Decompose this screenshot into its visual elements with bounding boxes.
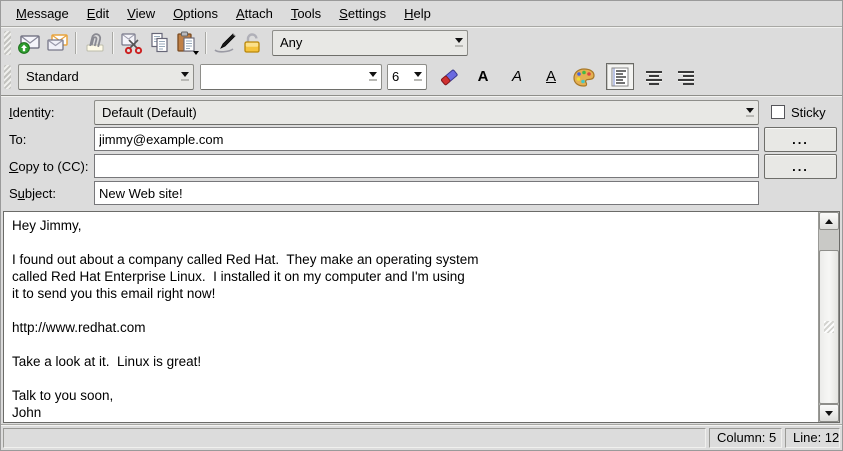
- identity-label: Identity:: [3, 105, 94, 120]
- copy-pages-icon: [147, 31, 172, 55]
- bold-icon: A: [478, 68, 489, 85]
- menu-attach[interactable]: Attach: [227, 3, 282, 24]
- menu-options[interactable]: Options: [164, 3, 227, 24]
- eraser-icon: [436, 65, 462, 89]
- toolbar-separator: [112, 32, 113, 54]
- paste-button[interactable]: [173, 29, 201, 56]
- font-family-combo[interactable]: [200, 64, 382, 90]
- scissors-cut-icon: [119, 31, 144, 55]
- chevron-down-icon: [364, 65, 381, 89]
- paragraph-style-select[interactable]: Standard: [18, 64, 194, 90]
- sticky-label: Sticky: [791, 105, 826, 120]
- underline-button[interactable]: A: [537, 63, 565, 90]
- menu-help[interactable]: Help: [395, 3, 440, 24]
- chevron-down-icon: [409, 65, 426, 89]
- align-left-icon: [610, 67, 630, 87]
- clipboard-paste-icon: [174, 30, 200, 56]
- cut-button[interactable]: [117, 29, 145, 56]
- identity-value: Default (Default): [102, 105, 741, 120]
- send-envelope-icon: [17, 31, 42, 55]
- align-center-icon: [644, 67, 664, 87]
- main-toolbar: Any: [1, 27, 842, 58]
- sticky-option: Sticky: [771, 105, 826, 120]
- status-column: Column: 5: [709, 428, 782, 448]
- status-message-panel: [3, 428, 706, 448]
- send-button[interactable]: [15, 29, 43, 56]
- to-label: To:: [3, 132, 94, 147]
- menu-settings[interactable]: Settings: [330, 3, 395, 24]
- italic-button[interactable]: A: [503, 63, 531, 90]
- subject-row: Subject:: [3, 180, 840, 206]
- underline-icon: A: [546, 68, 556, 85]
- open-padlock-icon: [240, 31, 264, 55]
- align-left-button[interactable]: [606, 63, 634, 90]
- cc-input[interactable]: [94, 154, 759, 178]
- to-row: To: ...: [3, 126, 840, 152]
- pen-sign-icon: [211, 31, 238, 55]
- paperclip-icon: [82, 31, 107, 55]
- align-right-button[interactable]: [672, 63, 700, 90]
- align-right-icon: [676, 67, 696, 87]
- paragraph-style-value: Standard: [26, 69, 176, 84]
- bold-button[interactable]: A: [469, 63, 497, 90]
- copy-button[interactable]: [145, 29, 173, 56]
- chevron-down-icon: [450, 31, 467, 55]
- format-toolbar: Standard A A: [1, 58, 842, 96]
- toolbar-drag-handle[interactable]: [4, 31, 11, 55]
- text-color-button[interactable]: [570, 63, 598, 90]
- mail-composer-window: Message Edit View Options Attach Tools S…: [0, 0, 843, 451]
- queue-envelopes-icon: [45, 31, 70, 55]
- menu-view[interactable]: View: [118, 3, 164, 24]
- cc-row: Copy to (CC): ...: [3, 153, 840, 179]
- toolbar-separator: [205, 32, 206, 54]
- font-family-input[interactable]: [201, 65, 364, 89]
- crypto-format-select[interactable]: Any: [272, 30, 468, 56]
- font-size-input[interactable]: [388, 65, 409, 89]
- to-input[interactable]: [94, 127, 759, 151]
- message-body-area: Hey Jimmy, I found out about a company c…: [3, 211, 840, 423]
- message-body-editor[interactable]: Hey Jimmy, I found out about a company c…: [4, 212, 818, 422]
- composer-headers: Identity: Default (Default) Sticky To: .…: [1, 96, 842, 210]
- chevron-down-icon: [176, 65, 193, 89]
- align-center-button[interactable]: [640, 63, 668, 90]
- attach-file-button[interactable]: [80, 29, 108, 56]
- identity-select[interactable]: Default (Default): [94, 100, 759, 125]
- palette-icon: [571, 65, 597, 89]
- scrollbar-thumb[interactable]: [819, 250, 839, 404]
- to-addressbook-button[interactable]: ...: [764, 127, 837, 152]
- scroll-up-button[interactable]: [819, 212, 839, 230]
- encrypt-message-button[interactable]: [238, 29, 266, 56]
- menu-message[interactable]: Message: [7, 3, 78, 24]
- crypto-format-value: Any: [280, 35, 450, 50]
- queue-button[interactable]: [43, 29, 71, 56]
- subject-input[interactable]: [94, 181, 759, 205]
- identity-row: Identity: Default (Default) Sticky: [3, 99, 840, 125]
- status-line: Line: 12: [785, 428, 840, 448]
- scroll-down-button[interactable]: [819, 404, 839, 422]
- menu-tools[interactable]: Tools: [282, 3, 330, 24]
- cc-label: Copy to (CC):: [3, 159, 94, 174]
- menu-edit[interactable]: Edit: [78, 3, 118, 24]
- statusbar: Column: 5 Line: 12: [1, 424, 842, 450]
- remove-formatting-button[interactable]: [435, 63, 463, 90]
- subject-label: Subject:: [3, 186, 94, 201]
- toolbar-separator: [75, 32, 76, 54]
- font-size-combo[interactable]: [387, 64, 427, 90]
- italic-icon: A: [512, 68, 522, 85]
- chevron-down-icon: [741, 101, 758, 124]
- toolbar-drag-handle[interactable]: [4, 65, 11, 89]
- sign-message-button[interactable]: [210, 29, 238, 56]
- sticky-checkbox[interactable]: [771, 105, 785, 119]
- cc-addressbook-button[interactable]: ...: [764, 154, 837, 179]
- editor-scrollbar[interactable]: [818, 212, 839, 422]
- scrollbar-trough[interactable]: [819, 230, 839, 250]
- menubar: Message Edit View Options Attach Tools S…: [1, 1, 842, 27]
- scrollbar-grip: [824, 321, 834, 333]
